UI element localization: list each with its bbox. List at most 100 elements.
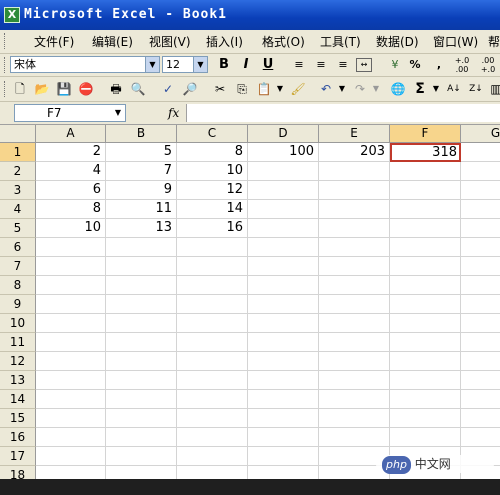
cell-f11[interactable] (390, 333, 461, 352)
column-header-c[interactable]: C (177, 125, 248, 143)
sort-ascending-icon[interactable]: A↓ (446, 81, 462, 97)
cell-g11[interactable] (461, 333, 500, 352)
row-header-9[interactable]: 9 (0, 295, 36, 314)
cell-c12[interactable] (177, 352, 248, 371)
cell-a12[interactable] (36, 352, 106, 371)
decrease-decimal-button[interactable]: .00 +.0 (476, 56, 500, 74)
cell-a10[interactable] (36, 314, 106, 333)
cell-g9[interactable] (461, 295, 500, 314)
cell-d3[interactable] (248, 181, 319, 200)
cell-a18[interactable] (36, 466, 106, 479)
cell-b18[interactable] (106, 466, 177, 479)
cell-a4[interactable]: 8 (36, 200, 106, 219)
column-header-a[interactable]: A (36, 125, 106, 143)
cell-d2[interactable] (248, 162, 319, 181)
cell-g16[interactable] (461, 428, 500, 447)
cell-d8[interactable] (248, 276, 319, 295)
cell-f12[interactable] (390, 352, 461, 371)
row-header-12[interactable]: 12 (0, 352, 36, 371)
cell-b12[interactable] (106, 352, 177, 371)
cell-f7[interactable] (390, 257, 461, 276)
cell-f5[interactable] (390, 219, 461, 238)
cell-b16[interactable] (106, 428, 177, 447)
cell-d4[interactable] (248, 200, 319, 219)
cell-a9[interactable] (36, 295, 106, 314)
cell-a6[interactable] (36, 238, 106, 257)
cell-b10[interactable] (106, 314, 177, 333)
copy-icon[interactable]: ⎘ (234, 81, 250, 97)
save-icon[interactable]: 💾 (56, 81, 72, 97)
cut-icon[interactable]: ✂ (212, 81, 228, 97)
cell-d12[interactable] (248, 352, 319, 371)
redo-icon[interactable]: ↷ (352, 81, 368, 97)
cell-b4[interactable]: 11 (106, 200, 177, 219)
cell-a16[interactable] (36, 428, 106, 447)
cell-a13[interactable] (36, 371, 106, 390)
menu-format[interactable]: 格式(O) (262, 33, 305, 50)
menu-view[interactable]: 视图(V) (149, 33, 191, 50)
cell-a17[interactable] (36, 447, 106, 466)
cell-a15[interactable] (36, 409, 106, 428)
cell-c15[interactable] (177, 409, 248, 428)
cell-d18[interactable] (248, 466, 319, 479)
cell-e8[interactable] (319, 276, 390, 295)
cell-g6[interactable] (461, 238, 500, 257)
cell-e9[interactable] (319, 295, 390, 314)
row-header-18[interactable]: 18 (0, 466, 36, 479)
cell-b9[interactable] (106, 295, 177, 314)
cell-d6[interactable] (248, 238, 319, 257)
row-header-15[interactable]: 15 (0, 409, 36, 428)
row-header-8[interactable]: 8 (0, 276, 36, 295)
fx-icon[interactable]: fx (168, 106, 179, 120)
font-select[interactable]: 宋体 ▼ (10, 56, 160, 73)
cell-d7[interactable] (248, 257, 319, 276)
cell-d13[interactable] (248, 371, 319, 390)
cell-b13[interactable] (106, 371, 177, 390)
cell-d5[interactable] (248, 219, 319, 238)
cell-e13[interactable] (319, 371, 390, 390)
chevron-down-icon[interactable]: ▼ (272, 81, 288, 97)
toolbar-grip-icon[interactable] (4, 81, 8, 97)
sort-descending-icon[interactable]: Z↓ (468, 81, 484, 97)
row-header-13[interactable]: 13 (0, 371, 36, 390)
cell-b7[interactable] (106, 257, 177, 276)
cell-b15[interactable] (106, 409, 177, 428)
menu-data[interactable]: 数据(D) (376, 33, 419, 50)
cell-e16[interactable] (319, 428, 390, 447)
cell-g2[interactable] (461, 162, 500, 181)
row-header-10[interactable]: 10 (0, 314, 36, 333)
cell-b17[interactable] (106, 447, 177, 466)
cell-e5[interactable] (319, 219, 390, 238)
cell-f10[interactable] (390, 314, 461, 333)
name-box[interactable]: F7 ▼ (14, 104, 126, 122)
cell-g3[interactable] (461, 181, 500, 200)
column-header-e[interactable]: E (319, 125, 390, 143)
menu-file[interactable]: 文件(F) (34, 33, 74, 50)
autosum-icon[interactable]: Σ (412, 81, 428, 97)
cell-f13[interactable] (390, 371, 461, 390)
open-folder-icon[interactable]: 📂 (34, 81, 50, 97)
cell-g15[interactable] (461, 409, 500, 428)
column-header-f[interactable]: F (390, 125, 461, 143)
cell-b3[interactable]: 9 (106, 181, 177, 200)
cell-f2[interactable] (390, 162, 461, 181)
percent-button[interactable]: % (406, 56, 424, 74)
cell-e4[interactable] (319, 200, 390, 219)
cell-d9[interactable] (248, 295, 319, 314)
underline-button[interactable]: U (259, 56, 277, 74)
cell-d10[interactable] (248, 314, 319, 333)
cell-e2[interactable] (319, 162, 390, 181)
align-left-icon[interactable]: ≡ (290, 56, 308, 74)
new-file-icon[interactable]: 🗋 (12, 81, 28, 97)
cell-g4[interactable] (461, 200, 500, 219)
permission-icon[interactable]: ⛔ (78, 81, 94, 97)
cell-c18[interactable] (177, 466, 248, 479)
cell-c13[interactable] (177, 371, 248, 390)
cell-e11[interactable] (319, 333, 390, 352)
chart-wizard-icon[interactable]: ▥ (488, 81, 500, 97)
cell-e7[interactable] (319, 257, 390, 276)
spelling-icon[interactable]: ✓ (160, 81, 176, 97)
cell-f4[interactable] (390, 200, 461, 219)
cell-f8[interactable] (390, 276, 461, 295)
menu-tools[interactable]: 工具(T) (320, 33, 361, 50)
